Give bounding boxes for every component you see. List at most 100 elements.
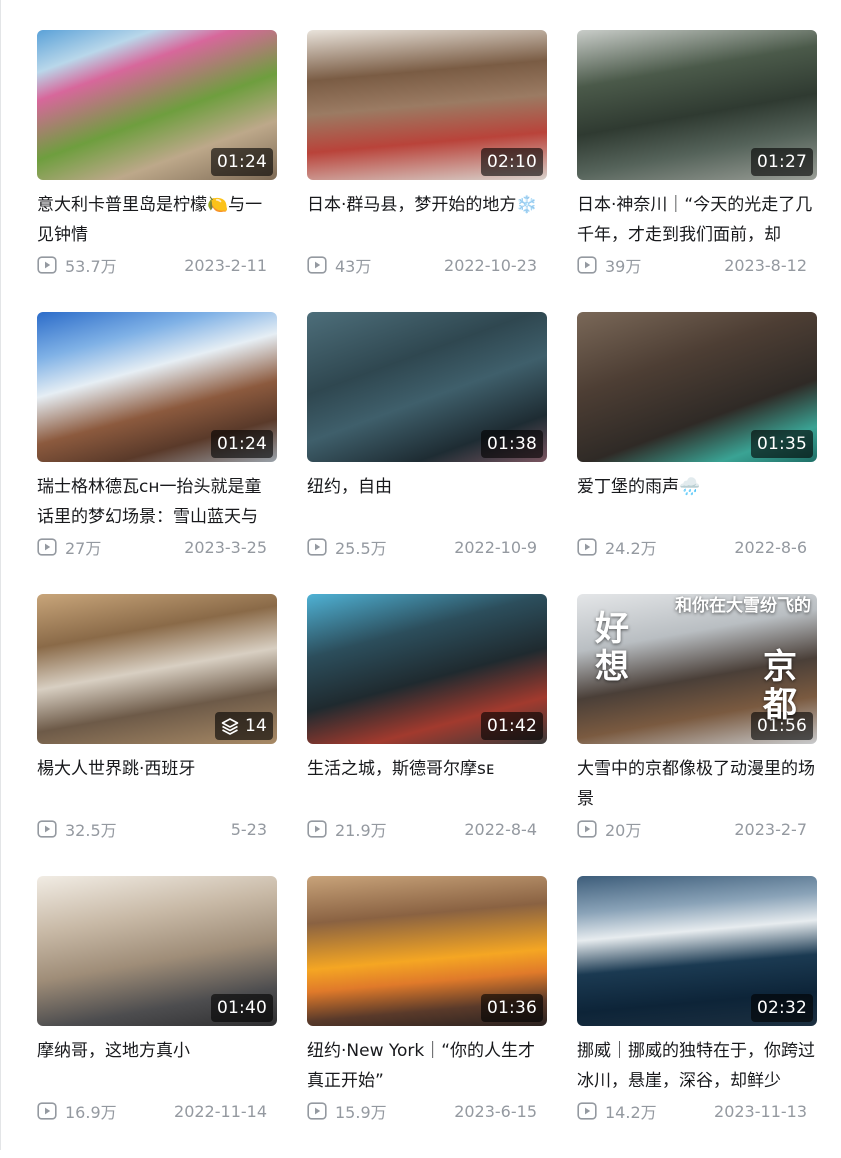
video-title[interactable]: 瑞士格林德瓦ᴄʜ一抬头就是童话里的梦幻场景：雪山蓝天与 bbox=[37, 472, 277, 532]
duration-badge: 01:27 bbox=[751, 148, 813, 176]
view-count-text: 14.2万 bbox=[605, 1103, 657, 1122]
view-count: 15.9万 bbox=[307, 1099, 387, 1123]
video-card[interactable]: 02:10 日本·群马县，梦开始的地方❄️ 43万 2022-10-23 bbox=[307, 30, 547, 312]
video-meta: 39万 2023-8-12 bbox=[577, 252, 817, 278]
play-count-icon bbox=[37, 538, 57, 556]
play-count-icon bbox=[577, 820, 597, 838]
video-thumbnail[interactable]: 01:24 bbox=[37, 30, 277, 180]
duration-badge: 02:10 bbox=[481, 148, 543, 176]
duration-text: 01:36 bbox=[487, 998, 537, 1018]
duration-text: 01:24 bbox=[217, 434, 267, 454]
view-count-text: 43万 bbox=[335, 257, 372, 276]
duration-badge: 14 bbox=[214, 712, 273, 740]
video-thumbnail[interactable]: 01:27 bbox=[577, 30, 817, 180]
duration-badge: 01:24 bbox=[211, 430, 273, 458]
video-thumbnail[interactable]: 01:56 好想 京都 和你在大雪纷飞的 bbox=[577, 594, 817, 744]
video-meta: 43万 2022-10-23 bbox=[307, 252, 547, 278]
video-thumbnail[interactable]: 01:35 bbox=[577, 312, 817, 462]
publish-date: 2023-2-11 bbox=[184, 255, 267, 275]
video-grid-page: 01:24 意大利卡普里岛是柠檬🍋与一见钟情 53.7万 2023-2-11 0… bbox=[0, 0, 841, 1150]
video-meta: 25.5万 2022-10-9 bbox=[307, 534, 547, 560]
video-grid: 01:24 意大利卡普里岛是柠檬🍋与一见钟情 53.7万 2023-2-11 0… bbox=[37, 30, 817, 1158]
duration-badge: 02:32 bbox=[751, 994, 813, 1022]
video-title[interactable]: 纽约·New York｜“你的人生才真正开始” bbox=[307, 1036, 547, 1096]
duration-text: 01:40 bbox=[217, 998, 267, 1018]
view-count-text: 20万 bbox=[605, 821, 642, 840]
video-card[interactable]: 01:40 摩纳哥，这地方真小 16.9万 2022-11-14 bbox=[37, 876, 277, 1158]
video-card[interactable]: 01:38 纽约，自由 25.5万 2022-10-9 bbox=[307, 312, 547, 594]
duration-badge: 01:24 bbox=[211, 148, 273, 176]
video-card[interactable]: 01:35 爱丁堡的雨声🌧️ 24.2万 2022-8-6 bbox=[577, 312, 817, 594]
video-meta: 24.2万 2022-8-6 bbox=[577, 534, 817, 560]
video-card[interactable]: 01:42 生活之城，斯德哥尔摩ꜱᴇ 21.9万 2022-8-4 bbox=[307, 594, 547, 876]
duration-badge: 01:36 bbox=[481, 994, 543, 1022]
video-thumbnail[interactable]: 01:24 bbox=[37, 312, 277, 462]
view-count: 14.2万 bbox=[577, 1099, 657, 1123]
play-count-icon bbox=[307, 820, 327, 838]
video-title[interactable]: 日本·群马县，梦开始的地方❄️ bbox=[307, 190, 547, 250]
duration-badge: 01:42 bbox=[481, 712, 543, 740]
view-count: 24.2万 bbox=[577, 535, 657, 559]
video-meta: 15.9万 2023-6-15 bbox=[307, 1098, 547, 1124]
video-title[interactable]: 楊大人世界跳·西班牙 bbox=[37, 754, 277, 814]
duration-badge: 01:40 bbox=[211, 994, 273, 1022]
video-title[interactable]: 挪威｜挪威的独特在于，你跨过冰川，悬崖，深谷，却鲜少 bbox=[577, 1036, 817, 1096]
video-meta: 21.9万 2022-8-4 bbox=[307, 816, 547, 842]
view-count: 20万 bbox=[577, 817, 641, 841]
view-count: 39万 bbox=[577, 253, 641, 277]
video-meta: 27万 2023-3-25 bbox=[37, 534, 277, 560]
video-meta: 32.5万 5-23 bbox=[37, 816, 277, 842]
publish-date: 2023-3-25 bbox=[184, 537, 267, 557]
video-title[interactable]: 纽约，自由 bbox=[307, 472, 547, 532]
publish-date: 2023-2-7 bbox=[734, 819, 807, 839]
view-count-text: 15.9万 bbox=[335, 1103, 387, 1122]
video-thumbnail[interactable]: 02:32 bbox=[577, 876, 817, 1026]
duration-badge: 01:38 bbox=[481, 430, 543, 458]
duration-text: 01:35 bbox=[757, 434, 807, 454]
video-title[interactable]: 意大利卡普里岛是柠檬🍋与一见钟情 bbox=[37, 190, 277, 250]
publish-date: 2022-10-9 bbox=[454, 537, 537, 557]
video-thumbnail[interactable]: 01:38 bbox=[307, 312, 547, 462]
video-thumbnail[interactable]: 01:40 bbox=[37, 876, 277, 1026]
view-count-text: 53.7万 bbox=[65, 257, 117, 276]
video-thumbnail[interactable]: 01:36 bbox=[307, 876, 547, 1026]
video-meta: 14.2万 2023-11-13 bbox=[577, 1098, 817, 1124]
video-thumbnail[interactable]: 14 bbox=[37, 594, 277, 744]
video-title[interactable]: 日本·神奈川｜“今天的光走了几千年，才走到我们面前，却 bbox=[577, 190, 817, 250]
video-thumbnail[interactable]: 01:42 bbox=[307, 594, 547, 744]
duration-text: 01:24 bbox=[217, 152, 267, 172]
video-title[interactable]: 生活之城，斯德哥尔摩ꜱᴇ bbox=[307, 754, 547, 814]
video-title[interactable]: 大雪中的京都像极了动漫里的场景 bbox=[577, 754, 817, 814]
video-card[interactable]: 01:24 意大利卡普里岛是柠檬🍋与一见钟情 53.7万 2023-2-11 bbox=[37, 30, 277, 312]
video-thumbnail[interactable]: 02:10 bbox=[307, 30, 547, 180]
video-card[interactable]: 14 楊大人世界跳·西班牙 32.5万 5-23 bbox=[37, 594, 277, 876]
video-card[interactable]: 01:36 纽约·New York｜“你的人生才真正开始” 15.9万 2023… bbox=[307, 876, 547, 1158]
view-count: 27万 bbox=[37, 535, 101, 559]
play-count-icon bbox=[37, 820, 57, 838]
play-count-icon bbox=[577, 256, 597, 274]
view-count: 21.9万 bbox=[307, 817, 387, 841]
publish-date: 2023-8-12 bbox=[724, 255, 807, 275]
view-count-text: 21.9万 bbox=[335, 821, 387, 840]
video-title[interactable]: 摩纳哥，这地方真小 bbox=[37, 1036, 277, 1096]
publish-date: 2023-11-13 bbox=[714, 1101, 807, 1121]
play-count-icon bbox=[307, 256, 327, 274]
duration-text: 01:38 bbox=[487, 434, 537, 454]
thumbnail-overlay-left-text: 好想 bbox=[595, 609, 629, 687]
duration-text: 01:27 bbox=[757, 152, 807, 172]
play-count-icon bbox=[577, 538, 597, 556]
publish-date: 2022-10-23 bbox=[444, 255, 537, 275]
video-card[interactable]: 02:32 挪威｜挪威的独特在于，你跨过冰川，悬崖，深谷，却鲜少 14.2万 2… bbox=[577, 876, 817, 1158]
play-count-icon bbox=[577, 1102, 597, 1120]
duration-text: 02:10 bbox=[487, 152, 537, 172]
thumbnail-overlay-top-text: 和你在大雪纷飞的 bbox=[675, 596, 811, 616]
duration-text: 02:32 bbox=[757, 998, 807, 1018]
duration-text: 14 bbox=[244, 716, 267, 736]
video-card[interactable]: 01:56 好想 京都 和你在大雪纷飞的 大雪中的京都像极了动漫里的场景 20万 2… bbox=[577, 594, 817, 876]
video-card[interactable]: 01:27 日本·神奈川｜“今天的光走了几千年，才走到我们面前，却 39万 20… bbox=[577, 30, 817, 312]
video-card[interactable]: 01:24 瑞士格林德瓦ᴄʜ一抬头就是童话里的梦幻场景：雪山蓝天与 27万 20… bbox=[37, 312, 277, 594]
video-title[interactable]: 爱丁堡的雨声🌧️ bbox=[577, 472, 817, 532]
view-count-text: 16.9万 bbox=[65, 1103, 117, 1122]
play-count-icon bbox=[307, 1102, 327, 1120]
duration-text: 01:42 bbox=[487, 716, 537, 736]
